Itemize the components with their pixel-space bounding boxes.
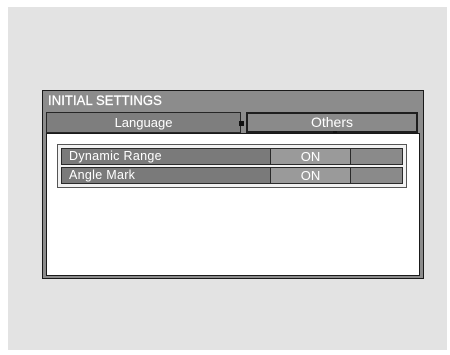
tab-divider-marker	[239, 121, 244, 126]
settings-list: Dynamic Range ON Angle Mark ON	[57, 144, 407, 188]
setting-label: Angle Mark	[62, 168, 271, 183]
setting-extra-cell	[351, 168, 402, 183]
setting-value[interactable]: ON	[271, 149, 351, 164]
tab-language[interactable]: Language	[46, 112, 241, 133]
setting-extra-cell	[351, 149, 402, 164]
setting-value[interactable]: ON	[271, 168, 351, 183]
setting-row-dynamic-range[interactable]: Dynamic Range ON	[61, 148, 403, 165]
initial-settings-window: INITIAL SETTINGS Language Others Dynamic…	[42, 90, 424, 279]
setting-label: Dynamic Range	[62, 149, 271, 164]
setting-row-angle-mark[interactable]: Angle Mark ON	[61, 167, 403, 184]
settings-panel: Dynamic Range ON Angle Mark ON	[46, 133, 420, 276]
tab-others[interactable]: Others	[246, 112, 418, 133]
window-title: INITIAL SETTINGS	[48, 92, 162, 108]
